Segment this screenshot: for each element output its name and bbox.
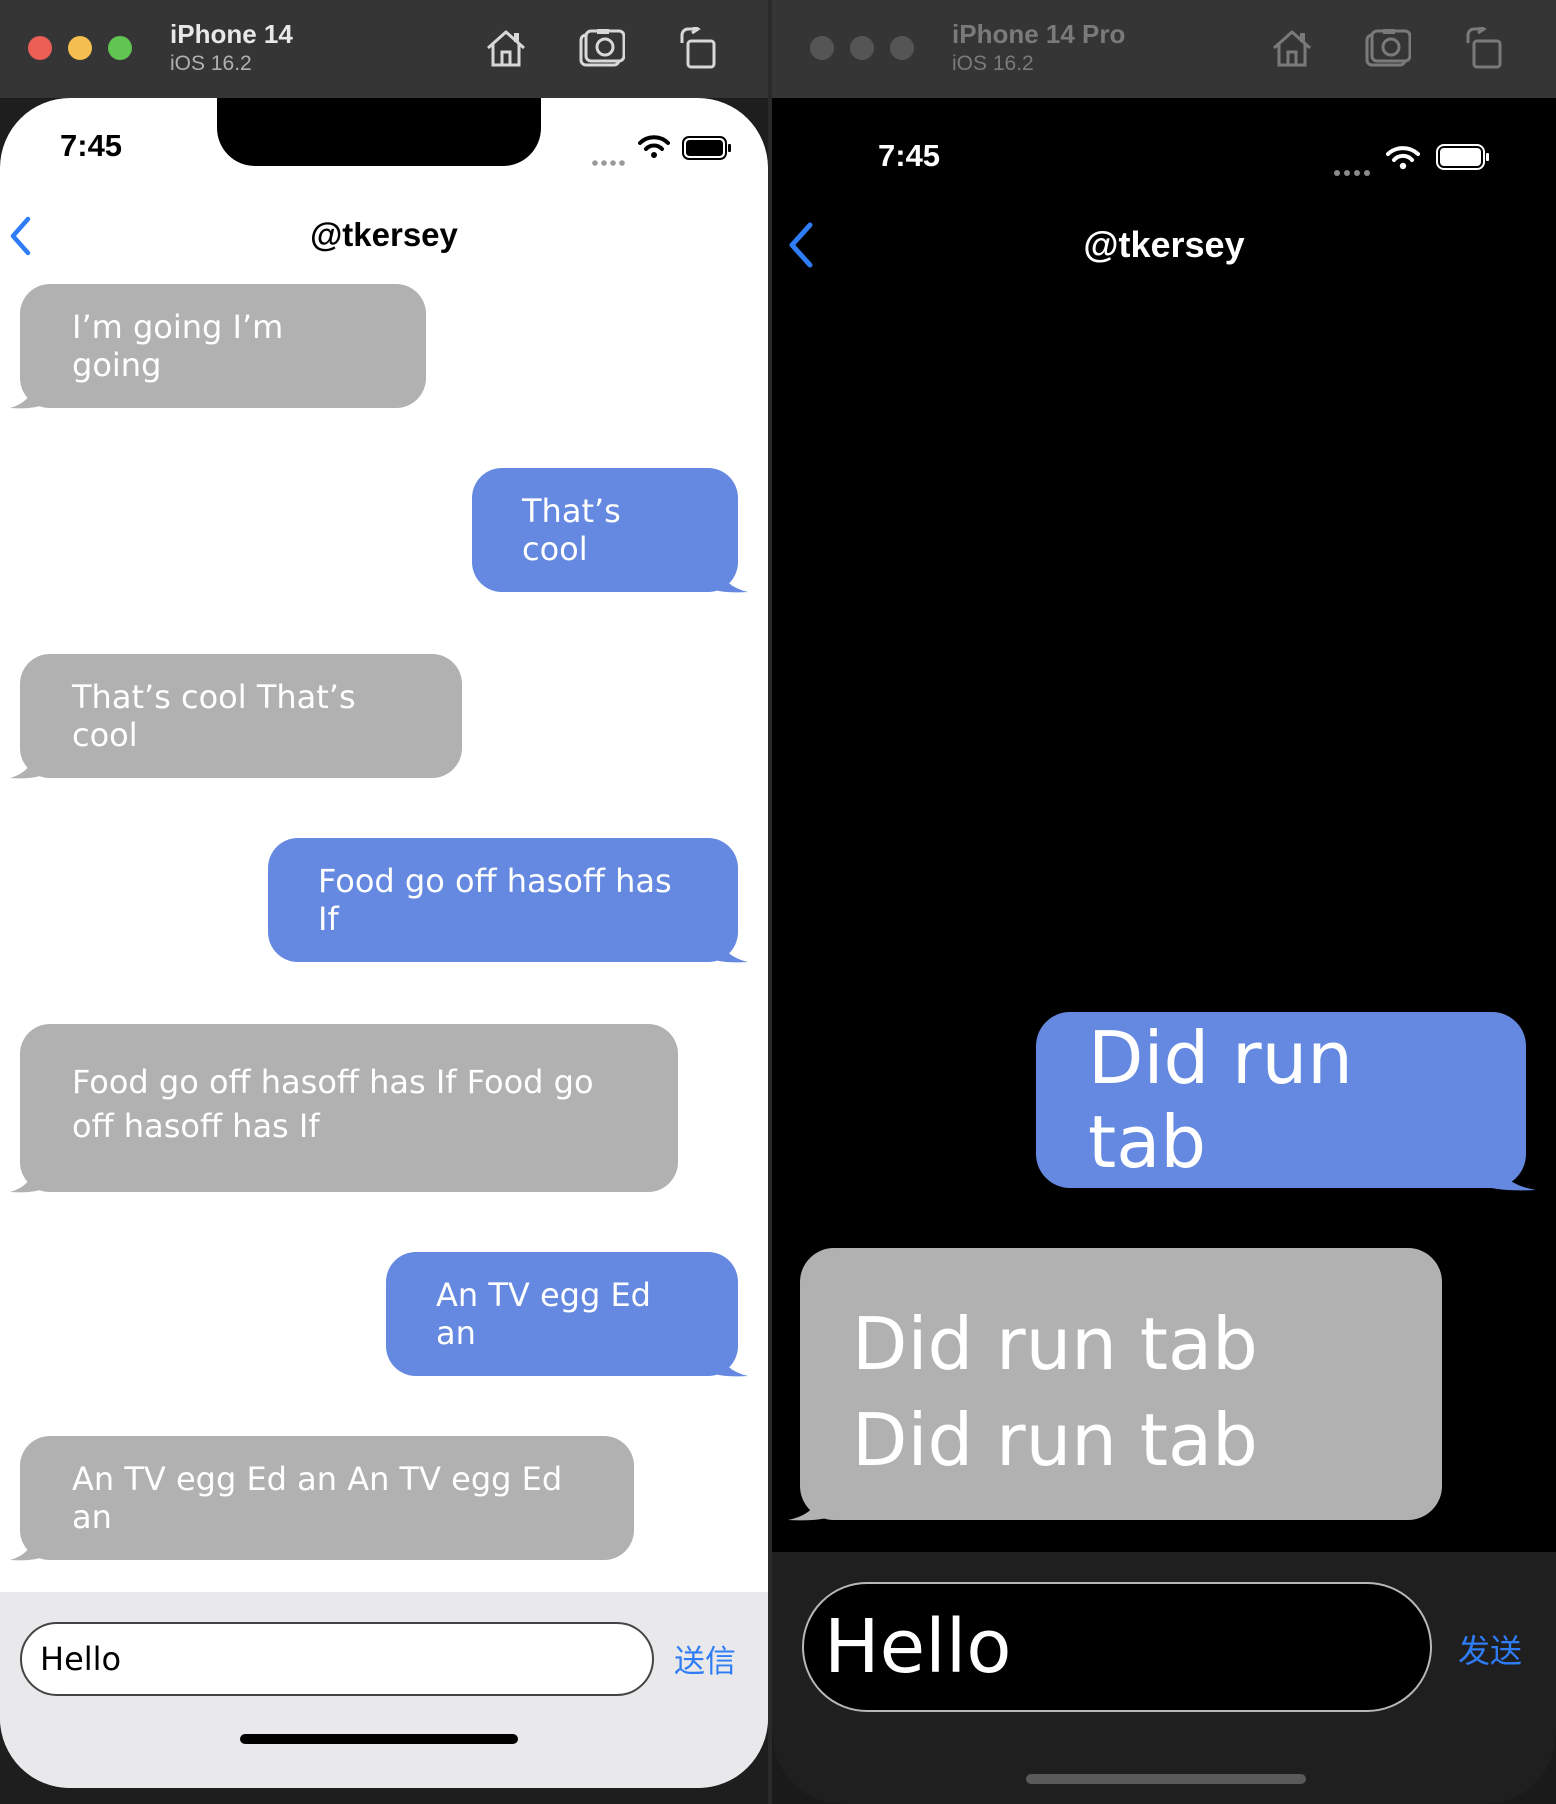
signal-icon xyxy=(592,152,628,171)
iphone-14-screen: 7:45 @tkersey I’m going I’m going That’s… xyxy=(0,98,768,1788)
signal-icon xyxy=(1334,162,1374,181)
simulator-titlebar: iPhone 14 iOS 16.2 xyxy=(0,0,768,99)
camera-icon[interactable] xyxy=(1362,22,1414,74)
bubble-tail xyxy=(704,564,748,593)
close-window-button[interactable] xyxy=(28,36,52,60)
simulator-window-iphone-14: iPhone 14 iOS 16.2 7:45 @tkersey I’m goi… xyxy=(0,0,768,1804)
message-text: Did run tab xyxy=(1088,1016,1353,1184)
simulator-window-iphone-14-pro: iPhone 14 Pro iOS 16.2 7:45 @tkersey Did… xyxy=(772,0,1556,1804)
message-bubble-received[interactable]: An TV egg Ed an An TV egg Ed an xyxy=(20,1436,634,1560)
send-button[interactable]: 发送 xyxy=(1458,1626,1522,1672)
status-time: 7:45 xyxy=(60,128,123,163)
camera-icon[interactable] xyxy=(576,22,628,74)
message-text: That’s cool That’s cool xyxy=(72,678,356,754)
simulator-toolbar xyxy=(1266,22,1510,74)
home-icon[interactable] xyxy=(480,22,532,74)
wifi-icon xyxy=(1386,144,1420,174)
simulator-title: iPhone 14 Pro iOS 16.2 xyxy=(952,18,1125,78)
message-text: That’s cool xyxy=(522,492,621,568)
os-version: iOS 16.2 xyxy=(170,52,252,75)
message-input-value: Hello xyxy=(40,1640,122,1678)
message-input-value: Hello xyxy=(824,1604,1012,1690)
bubble-tail xyxy=(10,380,50,409)
wifi-icon xyxy=(638,134,670,162)
status-time: 7:45 xyxy=(878,138,941,173)
os-version: iOS 16.2 xyxy=(952,52,1034,75)
notch xyxy=(217,98,541,166)
window-controls xyxy=(810,36,914,60)
input-bar: Hello 发送 xyxy=(772,1552,1556,1804)
message-text: Food go off hasoff has If xyxy=(318,862,672,938)
nav-title: @tkersey xyxy=(1083,224,1245,265)
bubble-tail xyxy=(1478,1158,1536,1191)
minimize-window-button[interactable] xyxy=(68,36,92,60)
minimize-window-button[interactable] xyxy=(850,36,874,60)
zoom-window-button[interactable] xyxy=(108,36,132,60)
battery-icon xyxy=(1436,144,1490,174)
bubble-tail xyxy=(788,1488,840,1521)
send-button[interactable]: 送信 xyxy=(674,1636,736,1681)
home-indicator[interactable] xyxy=(240,1734,518,1744)
input-bar: Hello 送信 xyxy=(0,1592,768,1788)
message-input[interactable]: Hello xyxy=(802,1582,1432,1712)
message-text: I’m going I’m going xyxy=(72,308,284,384)
bubble-tail xyxy=(704,934,748,963)
simulator-titlebar: iPhone 14 Pro iOS 16.2 xyxy=(772,0,1556,99)
battery-icon xyxy=(682,136,732,164)
message-bubble-sent[interactable]: Food go off hasoff has If xyxy=(268,838,738,962)
message-bubble-sent[interactable]: That’s cool xyxy=(472,468,738,592)
bubble-tail xyxy=(10,1532,50,1561)
home-indicator[interactable] xyxy=(1026,1774,1306,1784)
iphone-14-pro-screen: 7:45 @tkersey Did run tab Did run tab Di… xyxy=(772,98,1556,1804)
message-text: An TV egg Ed an xyxy=(436,1276,651,1352)
bubble-tail xyxy=(10,1164,50,1193)
message-bubble-received[interactable]: That’s cool That’s cool xyxy=(20,654,462,778)
nav-title: @tkersey xyxy=(310,216,458,253)
bubble-tail xyxy=(10,750,50,779)
message-bubble-received[interactable]: I’m going I’m going xyxy=(20,284,426,408)
message-bubble-received[interactable]: Did run tab Did run tab xyxy=(800,1248,1442,1520)
simulator-title: iPhone 14 iOS 16.2 xyxy=(170,18,293,78)
bubble-tail xyxy=(704,1348,748,1377)
window-controls xyxy=(28,36,132,60)
message-input[interactable]: Hello xyxy=(20,1622,654,1696)
simulator-toolbar xyxy=(480,22,724,74)
rotate-icon[interactable] xyxy=(1458,22,1510,74)
message-text: An TV egg Ed an An TV egg Ed an xyxy=(72,1460,563,1536)
message-bubble-sent[interactable]: Did run tab xyxy=(1036,1012,1526,1188)
message-text: Did run tab Did run tab xyxy=(852,1302,1258,1482)
device-name: iPhone 14 Pro xyxy=(952,19,1126,49)
rotate-icon[interactable] xyxy=(672,22,724,74)
message-text: Food go off hasoff has If Food go off ha… xyxy=(72,1063,594,1145)
close-window-button[interactable] xyxy=(810,36,834,60)
device-name: iPhone 14 xyxy=(170,19,293,49)
message-bubble-sent[interactable]: An TV egg Ed an xyxy=(386,1252,738,1376)
message-bubble-received[interactable]: Food go off hasoff has If Food go off ha… xyxy=(20,1024,678,1192)
home-icon[interactable] xyxy=(1266,22,1318,74)
zoom-window-button[interactable] xyxy=(890,36,914,60)
